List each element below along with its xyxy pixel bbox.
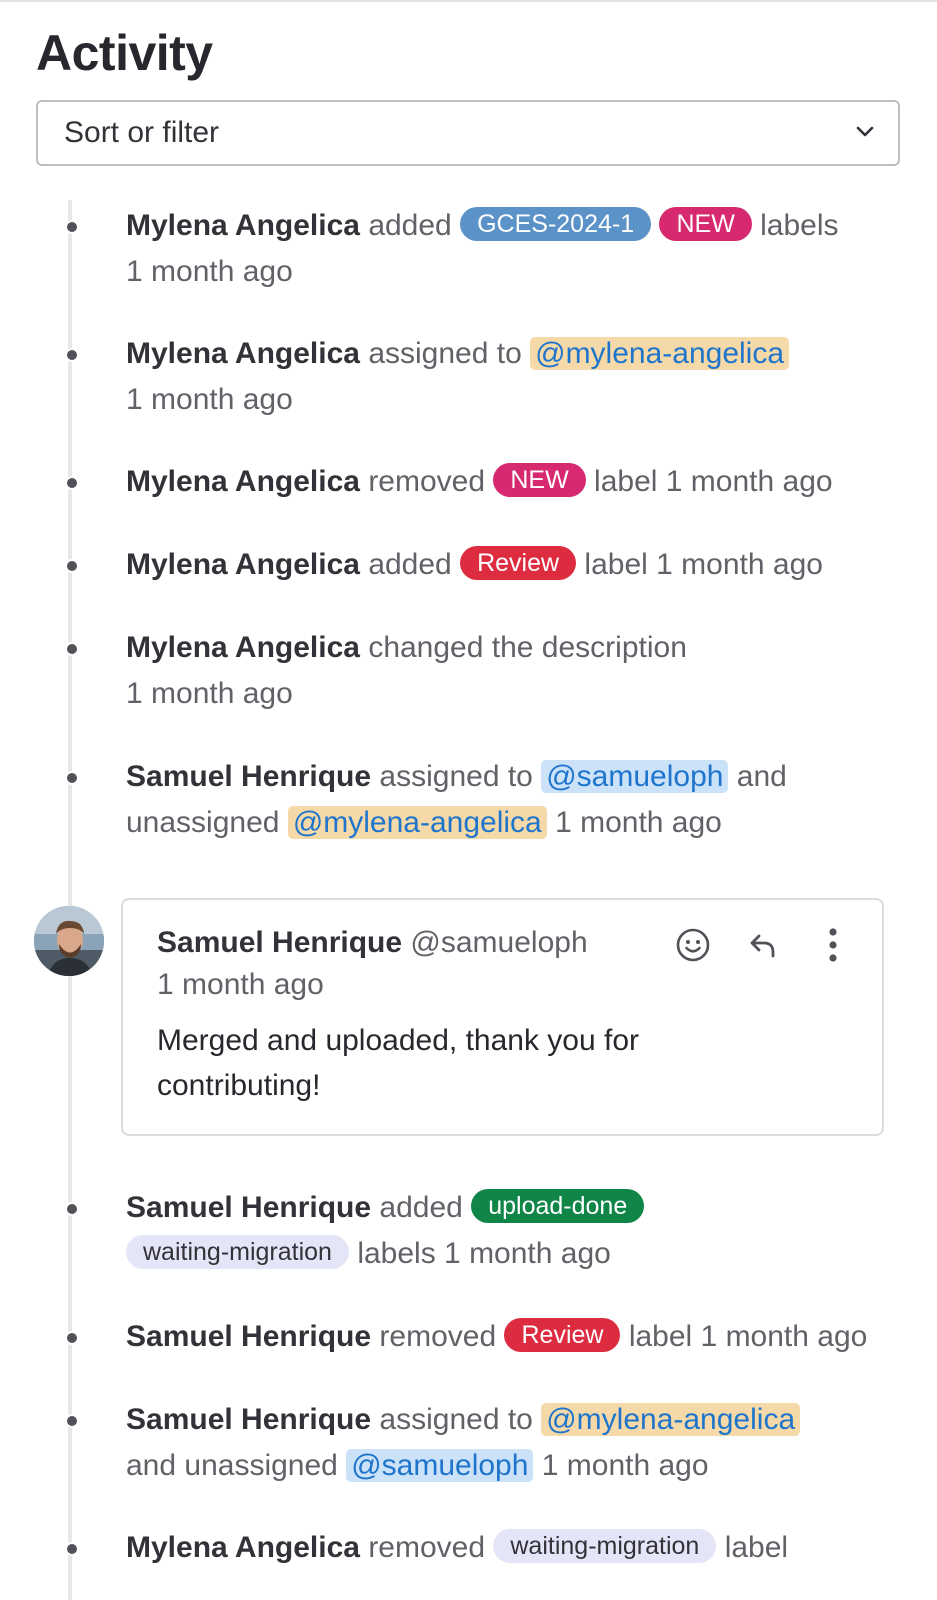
activity-action: assigned to (379, 1403, 533, 1436)
label-badge[interactable]: waiting-migration (126, 1235, 349, 1269)
activity-item: Samuel Henrique added upload-done waitin… (126, 1185, 916, 1277)
timeline-bullet (65, 771, 79, 785)
more-options-icon[interactable] (812, 924, 854, 966)
activity-action: label (594, 465, 658, 498)
activity-action: labels (760, 209, 839, 242)
top-divider (0, 0, 937, 6)
timeline-bullet (65, 559, 79, 573)
user-mention[interactable]: @mylena-angelica (530, 337, 790, 370)
activity-action: label (628, 1320, 693, 1353)
activity-author[interactable]: Samuel Henrique (126, 1320, 371, 1353)
activity-time[interactable]: 1 month ago (656, 548, 823, 581)
user-mention[interactable]: @mylena-angelica (287, 806, 547, 839)
activity-item: Samuel Henrique assigned to @mylena-ange… (126, 1397, 916, 1489)
activity-author[interactable]: Mylena Angelica (126, 631, 360, 664)
label-badge[interactable]: upload-done (471, 1189, 645, 1223)
sort-filter-dropdown[interactable]: Sort or filter (36, 100, 900, 166)
activity-action: labels (357, 1237, 436, 1270)
timeline-bullet (65, 1202, 79, 1216)
activity-time[interactable]: 1 month ago (126, 383, 293, 416)
timeline-bullet (65, 1414, 79, 1428)
timeline-line (68, 200, 72, 1600)
activity-action: assigned to (379, 760, 533, 793)
page-title: Activity (36, 25, 213, 81)
activity-action: label (584, 548, 648, 581)
activity-author[interactable]: Samuel Henrique (126, 1191, 371, 1224)
activity-item: Mylena Angelica removed NEW label 1 mont… (126, 459, 916, 505)
activity-action: assigned to (368, 337, 522, 370)
label-badge[interactable]: NEW (493, 463, 586, 497)
activity-item: Mylena Angelica assigned to @mylena-ange… (126, 331, 916, 423)
activity-item: Mylena Angelica added Review label 1 mon… (126, 542, 916, 588)
timeline-bullet (65, 1331, 79, 1345)
comment-actions (672, 924, 854, 966)
activity-author[interactable]: Samuel Henrique (126, 1403, 371, 1436)
activity-action: and (736, 760, 787, 793)
sort-filter-label: Sort or filter (64, 116, 220, 149)
timeline-bullet (65, 348, 79, 362)
user-mention[interactable]: @samueloph (541, 760, 729, 793)
activity-author[interactable]: Mylena Angelica (126, 465, 360, 498)
activity-time[interactable]: 1 month ago (701, 1320, 868, 1353)
activity-action: removed (368, 465, 486, 498)
activity-action: removed (368, 1531, 486, 1564)
activity-item: Samuel Henrique assigned to @samueloph a… (126, 754, 916, 846)
label-badge[interactable]: Review (504, 1318, 621, 1352)
label-badge[interactable]: NEW (659, 207, 752, 241)
smiley-icon[interactable] (672, 924, 714, 966)
comment-header: Samuel Henrique @samueloph (157, 922, 588, 964)
reply-icon[interactable] (742, 924, 784, 966)
activity-action: changed the description (368, 631, 687, 664)
activity-time[interactable]: 1 month ago (542, 1449, 709, 1482)
activity-time[interactable]: 1 month ago (555, 806, 722, 839)
activity-action: and unassigned (126, 1449, 338, 1482)
comment-username[interactable]: @samueloph (410, 926, 587, 959)
activity-time[interactable]: 1 month ago (444, 1237, 611, 1270)
activity-time[interactable]: 1 month ago (126, 677, 293, 710)
activity-action: added (368, 209, 452, 242)
activity-author[interactable]: Samuel Henrique (126, 760, 371, 793)
avatar[interactable] (34, 906, 104, 976)
label-badge[interactable]: waiting-migration (493, 1529, 717, 1563)
activity-author[interactable]: Mylena Angelica (126, 337, 360, 370)
comment-body: Merged and uploaded, thank you for contr… (157, 1024, 640, 1102)
activity-time[interactable]: 1 month ago (126, 255, 293, 288)
comment-author[interactable]: Samuel Henrique (157, 926, 402, 959)
user-mention[interactable]: @samueloph (346, 1449, 534, 1482)
comment-card: Samuel Henrique @samueloph 1 month ago M… (121, 898, 884, 1136)
timeline-bullet (65, 220, 79, 234)
activity-author[interactable]: Mylena Angelica (126, 548, 360, 581)
comment-time[interactable]: 1 month ago (157, 964, 324, 1006)
label-badge[interactable]: GCES-2024-1 (460, 207, 652, 241)
activity-time[interactable]: 1 month ago (666, 465, 833, 498)
activity-action: removed (379, 1320, 497, 1353)
activity-action: label (724, 1531, 789, 1564)
timeline-bullet (65, 476, 79, 490)
user-mention[interactable]: @mylena-angelica (541, 1403, 801, 1436)
activity-item: Mylena Angelica changed the description … (126, 625, 916, 717)
activity-action: added (368, 548, 452, 581)
chevron-down-icon (854, 120, 876, 147)
activity-item: Mylena Angelica removed waiting-migratio… (126, 1525, 916, 1571)
activity-item: Samuel Henrique removed Review label 1 m… (126, 1314, 916, 1360)
timeline-bullet (65, 1542, 79, 1556)
timeline-bullet (65, 642, 79, 656)
activity-author[interactable]: Mylena Angelica (126, 1531, 360, 1564)
activity-author[interactable]: Mylena Angelica (126, 209, 360, 242)
activity-action: unassigned (126, 806, 280, 839)
label-badge[interactable]: Review (460, 546, 577, 580)
activity-action: added (379, 1191, 463, 1224)
activity-item: Mylena Angelica added GCES-2024-1 NEW la… (126, 203, 916, 295)
